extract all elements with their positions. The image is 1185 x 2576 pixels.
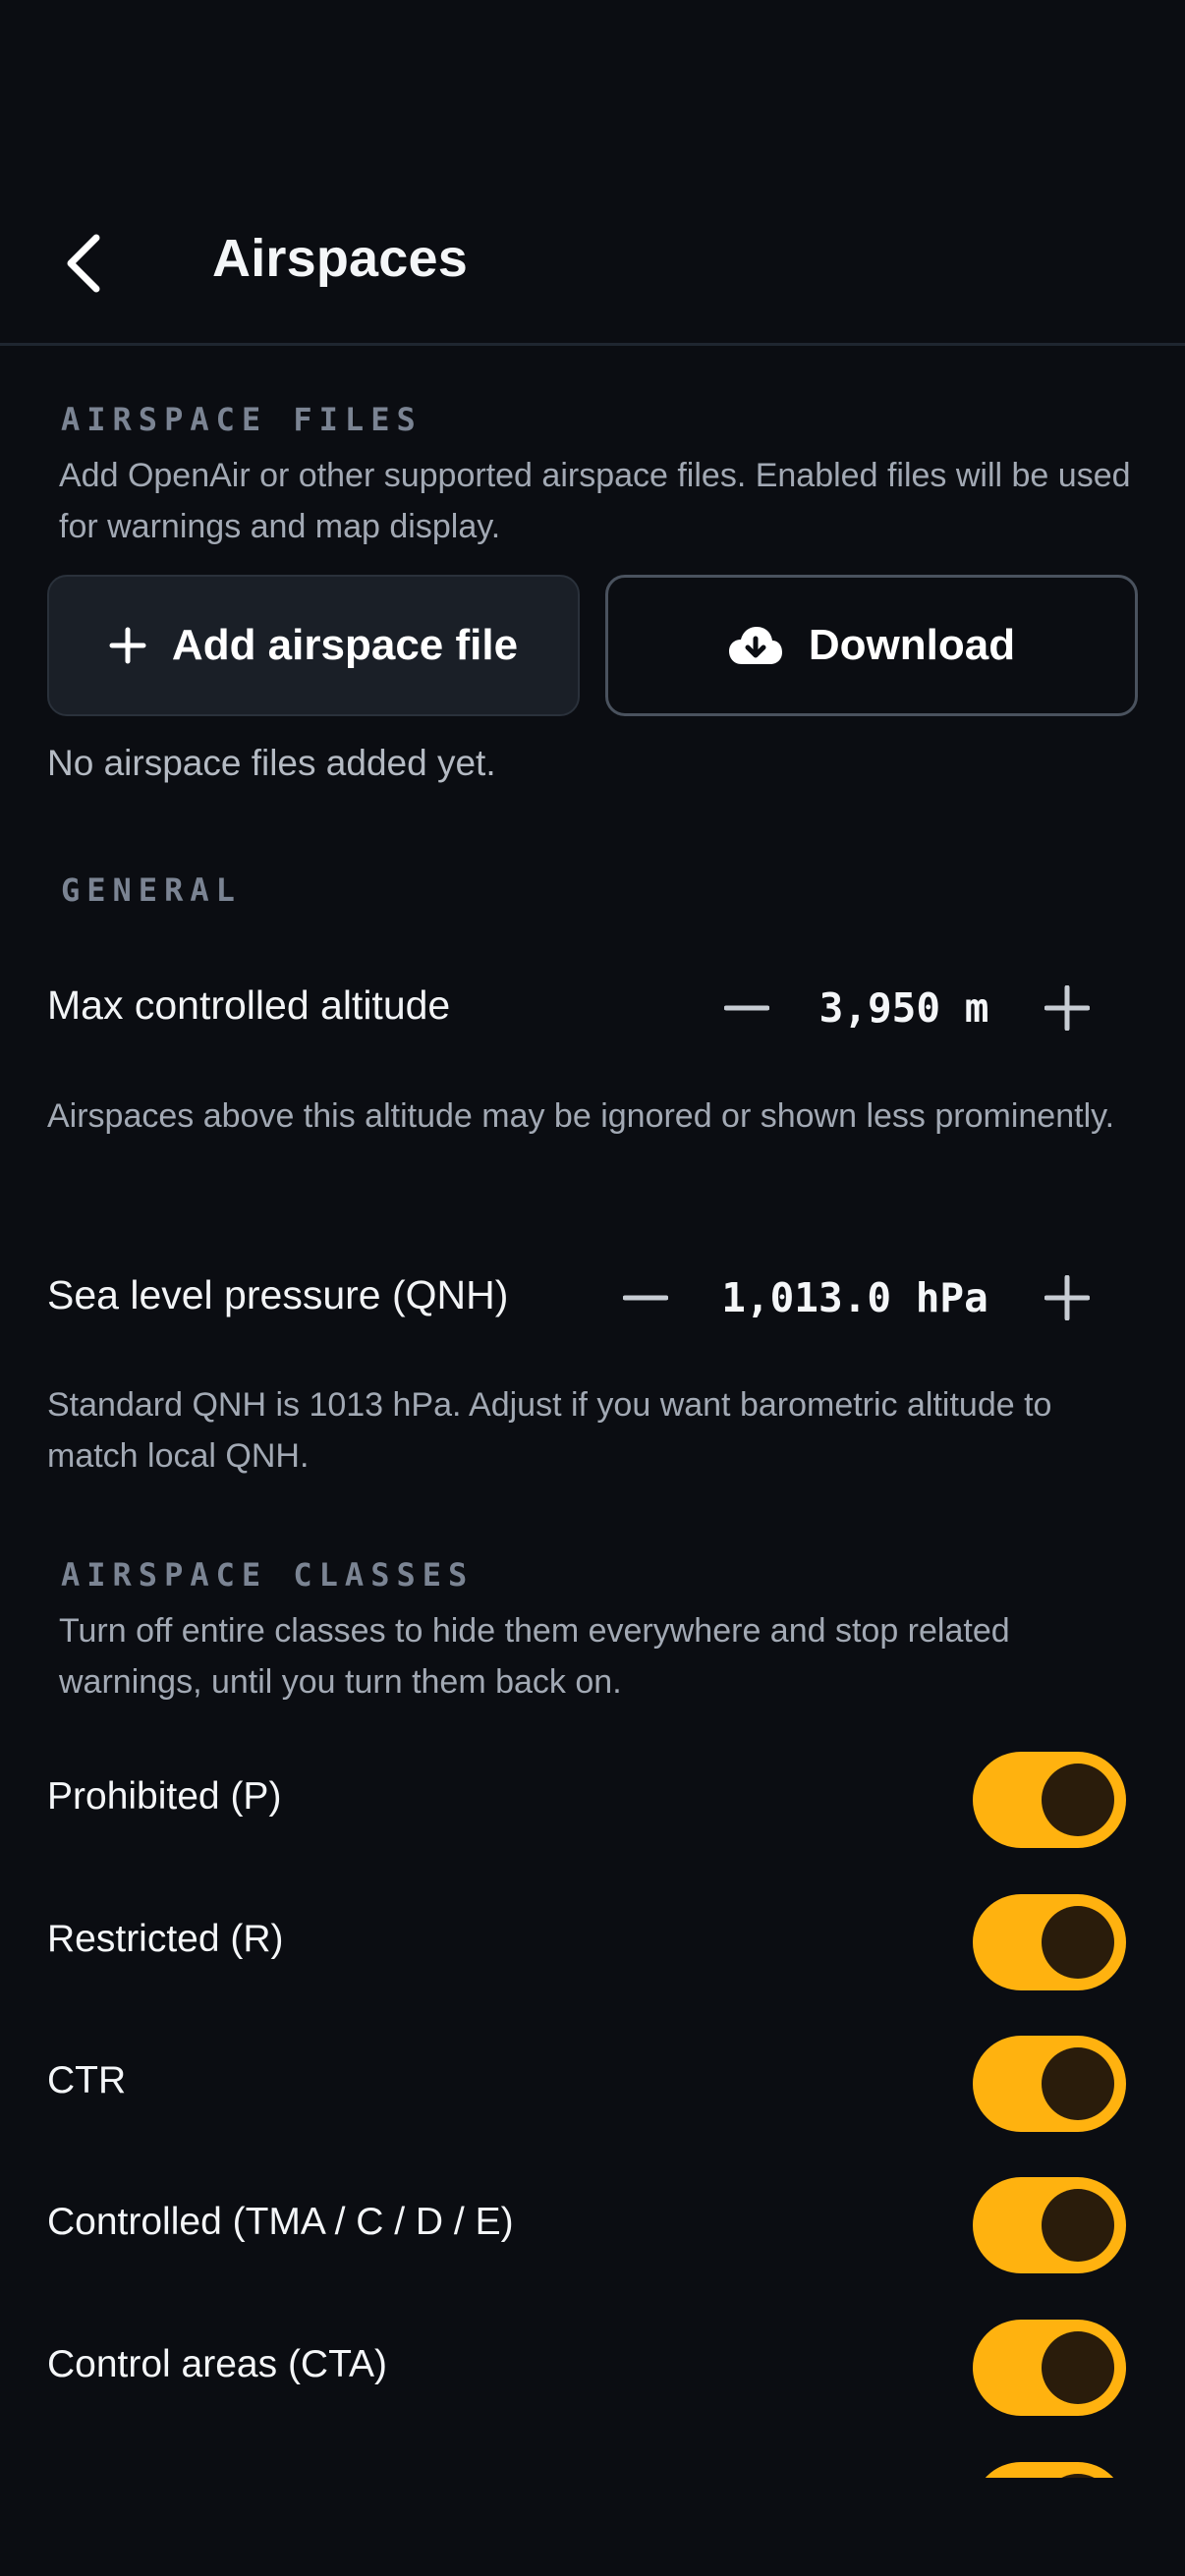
minus-icon <box>724 1005 769 1011</box>
qnh-label: Sea level pressure (QNH) <box>47 1272 509 1317</box>
toggle-knob <box>1042 2047 1114 2120</box>
max-altitude-increment-button[interactable] <box>1033 974 1101 1042</box>
plus-icon <box>109 627 146 664</box>
page-title: Airspaces <box>212 229 468 288</box>
section-description-airspace-files: Add OpenAir or other supported airspace … <box>59 457 1131 545</box>
download-button[interactable]: Download <box>605 575 1138 716</box>
class-row-prohibited: Prohibited (P) <box>0 1752 1185 1850</box>
toggle-knob <box>1042 1764 1114 1836</box>
add-airspace-file-label: Add airspace file <box>171 621 519 669</box>
plus-icon <box>1044 985 1090 1031</box>
toggle-knob <box>1042 2331 1114 2404</box>
qnh-value: 1,013.0 hPa <box>721 1274 988 1321</box>
plus-icon <box>1044 1275 1090 1320</box>
airspaces-screen: Airspaces AIRSPACE FILES Add OpenAir or … <box>0 0 1185 2576</box>
class-label: CTR <box>47 2059 127 2101</box>
back-button[interactable] <box>47 222 118 305</box>
section-label-airspace-classes: AIRSPACE CLASSES <box>61 1556 475 1594</box>
toggle-knob <box>1042 2189 1114 2262</box>
qnh-increment-button[interactable] <box>1033 1263 1101 1332</box>
section-label-general: GENERAL <box>61 871 242 909</box>
toggle-knob <box>1042 1906 1114 1979</box>
empty-files-text: No airspace files added yet. <box>47 743 496 783</box>
class-toggle-prohibited[interactable] <box>973 1752 1126 1848</box>
class-toggle-cta[interactable] <box>973 2320 1126 2416</box>
add-airspace-file-button[interactable]: Add airspace file <box>47 575 580 716</box>
class-label: Restricted (R) <box>47 1918 284 1960</box>
class-row-cta: Control areas (CTA) <box>0 2320 1185 2418</box>
class-toggle-controlled[interactable] <box>973 2177 1126 2273</box>
class-row-restricted: Restricted (R) <box>0 1894 1185 1992</box>
header: Airspaces <box>0 0 1185 346</box>
class-row-controlled: Controlled (TMA / C / D / E) <box>0 2177 1185 2275</box>
max-altitude-label: Max controlled altitude <box>47 982 451 1028</box>
chevron-left-icon <box>67 234 100 293</box>
class-toggle-ctr[interactable] <box>973 2036 1126 2132</box>
class-toggle-restricted[interactable] <box>973 1894 1126 1990</box>
max-altitude-decrement-button[interactable] <box>712 974 781 1042</box>
qnh-decrement-button[interactable] <box>611 1263 680 1332</box>
max-altitude-value: 3,950 m <box>818 984 989 1032</box>
section-description-airspace-classes: Turn off entire classes to hide them eve… <box>59 1612 1010 1701</box>
max-altitude-helper: Airspaces above this altitude may be ign… <box>47 1097 1115 1135</box>
section-label-airspace-files: AIRSPACE FILES <box>61 401 423 438</box>
class-label: Prohibited (P) <box>47 1775 282 1818</box>
qnh-helper: Standard QNH is 1013 hPa. Adjust if you … <box>47 1386 1052 1475</box>
class-label: Control areas (CTA) <box>47 2343 388 2385</box>
download-label: Download <box>808 621 1016 669</box>
class-label: Controlled (TMA / C / D / E) <box>47 2201 514 2243</box>
cloud-download-icon <box>728 627 782 664</box>
class-row-ctr: CTR <box>0 2036 1185 2134</box>
toggle-track <box>973 2462 1126 2478</box>
minus-icon <box>623 1295 668 1301</box>
class-toggle-partial[interactable] <box>973 2462 1126 2478</box>
